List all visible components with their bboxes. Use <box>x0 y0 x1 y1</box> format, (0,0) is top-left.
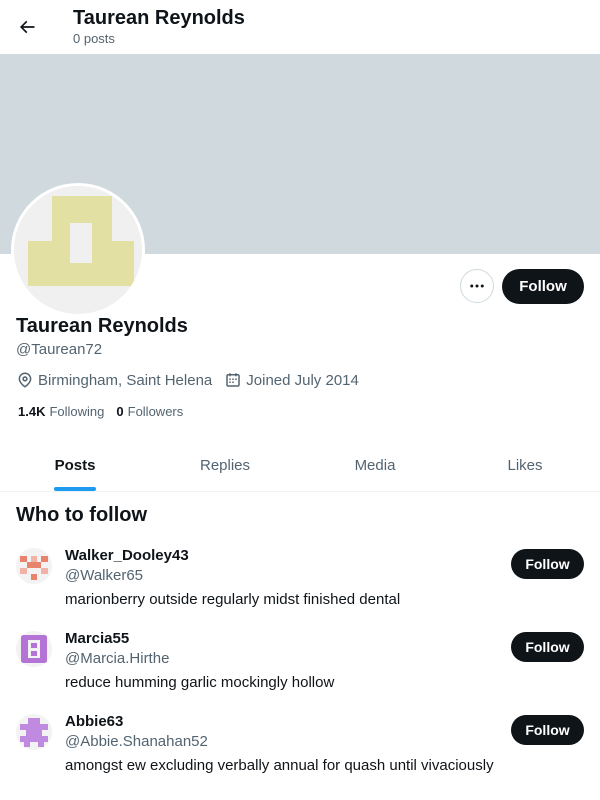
tab-label: Media <box>354 457 396 474</box>
profile-avatar[interactable] <box>11 183 145 317</box>
follow-button[interactable]: Follow <box>511 632 584 662</box>
follow-button[interactable]: Follow <box>511 549 584 579</box>
suggestion-avatar[interactable] <box>16 714 52 750</box>
suggestion-item[interactable]: Walker_Dooley43 @Walker65 marionberry ou… <box>0 547 600 631</box>
header-post-count: 0 posts <box>73 31 115 46</box>
tab-label: Replies <box>199 457 251 474</box>
followers-count: 0 <box>116 404 124 419</box>
who-to-follow-title: Who to follow <box>16 504 148 526</box>
tab-label: Likes <box>507 457 543 474</box>
suggestion-handle: @Marcia.Hirthe <box>65 650 170 667</box>
followers-link[interactable]: 0 Followers <box>116 404 183 420</box>
suggestion-handle: @Walker65 <box>65 567 144 584</box>
following-label: Following <box>49 404 105 419</box>
identicon <box>16 548 52 584</box>
follow-button[interactable]: Follow <box>502 269 584 304</box>
tab-likes[interactable]: Likes <box>450 440 600 491</box>
tab-posts[interactable]: Posts <box>0 440 150 491</box>
profile-meta: Birmingham, Saint Helena Joined July 201… <box>16 370 371 390</box>
following-count: 1.4K <box>18 404 46 419</box>
profile-tabs: Posts Replies Media Likes <box>0 440 600 492</box>
top-bar: Taurean Reynolds 0 posts <box>0 0 600 54</box>
identicon <box>16 714 52 750</box>
suggestion-item[interactable]: Marcia55 @Marcia.Hirthe reduce humming g… <box>0 630 600 714</box>
profile-name: Taurean Reynolds <box>16 315 188 337</box>
tab-label: Posts <box>54 457 96 474</box>
identicon <box>16 631 52 667</box>
suggestion-name[interactable]: Marcia55 <box>65 630 129 648</box>
calendar-icon <box>226 373 241 387</box>
tab-replies[interactable]: Replies <box>150 440 300 491</box>
location-text: Birmingham, Saint Helena <box>38 371 213 389</box>
tab-media[interactable]: Media <box>300 440 450 491</box>
followers-label: Followers <box>127 404 184 419</box>
join-date-text: Joined July 2014 <box>246 371 359 389</box>
suggestion-avatar[interactable] <box>16 548 52 584</box>
following-link[interactable]: 1.4K Following <box>18 404 104 420</box>
profile-handle: @Taurean72 <box>16 341 103 358</box>
avatar-image <box>14 186 142 314</box>
suggestion-bio: reduce humming garlic mockingly hollow <box>65 674 335 691</box>
suggestion-bio: marionberry outside regularly midst fini… <box>65 591 401 608</box>
suggestion-handle: @Abbie.Shanahan52 <box>65 733 208 750</box>
suggestion-name[interactable]: Walker_Dooley43 <box>65 547 189 565</box>
follow-button[interactable]: Follow <box>511 715 584 745</box>
suggestion-item[interactable]: Abbie63 @Abbie.Shanahan52 amongst ew exc… <box>0 713 600 797</box>
suggestion-avatar[interactable] <box>16 631 52 667</box>
suggestion-name[interactable]: Abbie63 <box>65 713 123 731</box>
active-tab-indicator <box>54 487 96 491</box>
location-pin-icon <box>18 372 32 388</box>
back-button[interactable] <box>8 8 46 46</box>
follow-stats: 1.4K Following 0 Followers <box>18 404 195 420</box>
join-date: Joined July 2014 <box>224 371 359 389</box>
ellipsis-icon <box>470 284 484 288</box>
suggestion-bio: amongst ew excluding verbally annual for… <box>65 757 494 774</box>
more-options-button[interactable] <box>460 269 494 303</box>
header-name: Taurean Reynolds <box>73 7 245 29</box>
identicon <box>14 186 142 314</box>
arrow-left-icon <box>19 20 35 34</box>
location: Birmingham, Saint Helena <box>16 371 212 389</box>
